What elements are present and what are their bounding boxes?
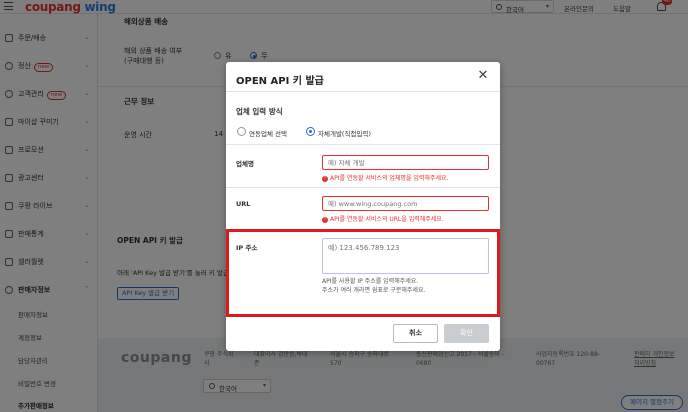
- ip-address-input[interactable]: [322, 238, 489, 274]
- divider: [226, 144, 500, 145]
- url-label: URL: [236, 200, 251, 208]
- input-method-heading: 업체 입력 방식: [236, 107, 283, 116]
- url-error-text: API를 연동할 서비스의 URL을 입력해주세요.: [330, 216, 444, 223]
- confirm-button[interactable]: 확인: [444, 324, 489, 343]
- divider: [226, 187, 500, 188]
- close-icon[interactable]: ✕: [476, 69, 490, 83]
- error-icon: !: [322, 216, 328, 223]
- self-developed-label: 자체개발(직접입력): [318, 130, 371, 138]
- company-name-error: ! API를 연동할 서비스의 업체명을 입력해주세요.: [322, 173, 448, 182]
- dialog-title: OPEN API 키 발급: [236, 76, 324, 87]
- ip-help-line-1: API를 사용할 IP 주소를 입력해주세요.: [322, 278, 419, 285]
- url-error: ! API를 연동할 서비스의 URL을 입력해주세요.: [322, 214, 444, 223]
- url-input[interactable]: [322, 196, 489, 211]
- ip-address-label: IP 주소: [236, 244, 258, 252]
- partner-select-label: 연동업체 선택: [249, 130, 287, 138]
- cancel-button[interactable]: 취소: [393, 324, 438, 343]
- error-icon: !: [322, 175, 328, 182]
- company-name-error-text: API를 연동할 서비스의 업체명을 입력해주세요.: [330, 175, 449, 182]
- ip-help-line-2: 주소가 여러 개라면 쉼표로 구분해주세요.: [322, 287, 426, 294]
- company-name-input[interactable]: [322, 155, 489, 170]
- self-developed-radio[interactable]: [306, 127, 315, 136]
- partner-select-radio[interactable]: [237, 127, 246, 136]
- dialog-title-divider: [226, 91, 500, 92]
- ip-address-help: API를 사용할 IP 주소를 입력해주세요. 주소가 여러 개라면 쉼표로 구…: [322, 277, 425, 295]
- open-api-key-dialog: OPEN API 키 발급 ✕ 업체 입력 방식 연동업체 선택 자체개발(직접…: [226, 62, 500, 351]
- company-name-label: 업체명: [236, 160, 254, 168]
